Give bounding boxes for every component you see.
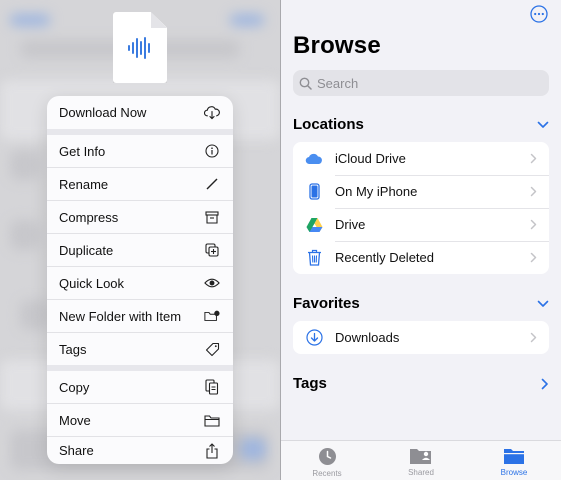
chevron-right-icon [530, 219, 537, 230]
menu-item-rename[interactable]: Rename [47, 167, 233, 200]
search-icon [299, 77, 312, 90]
menu-item-label: Download Now [59, 105, 147, 120]
menu-item-label: Get Info [59, 143, 106, 159]
tab-recents[interactable]: Recents [292, 447, 362, 478]
locations-list: iCloud Drive On My iPhone Drive Recently… [293, 142, 549, 274]
download-circle-icon [305, 329, 323, 347]
google-drive-icon [305, 216, 323, 234]
row-label: Drive [335, 217, 366, 232]
favorites-section-header[interactable]: Favorites [293, 295, 549, 312]
tab-label: Browse [500, 468, 528, 477]
menu-item-compress[interactable]: Compress [47, 200, 233, 233]
menu-item-label: Tags [59, 341, 87, 357]
folder-fill-icon [504, 449, 524, 464]
tab-label: Shared [408, 468, 434, 477]
menu-item-get-info[interactable]: Get Info [47, 135, 233, 167]
favorite-row-downloads[interactable]: Downloads [293, 321, 549, 354]
eye-icon [204, 275, 220, 291]
section-title: Tags [293, 375, 327, 392]
location-row-drive[interactable]: Drive [293, 208, 549, 241]
menu-item-label: Copy [59, 379, 90, 395]
menu-item-move[interactable]: Move [47, 403, 233, 436]
tab-bar: Recents Shared Browse [281, 440, 561, 480]
menu-item-label: Rename [59, 176, 109, 192]
section-title: Locations [293, 116, 364, 133]
shared-folder-icon [410, 449, 431, 464]
location-row-recently-deleted[interactable]: Recently Deleted [293, 241, 549, 274]
cloud-download-icon [204, 105, 220, 121]
tag-icon [204, 341, 220, 357]
search-bar[interactable] [293, 70, 549, 96]
row-label: Recently Deleted [335, 250, 434, 265]
location-row-icloud-drive[interactable]: iCloud Drive [293, 142, 549, 175]
pencil-icon [204, 176, 220, 192]
page-title: Browse [293, 32, 381, 59]
share-icon [204, 442, 220, 459]
folder-badge-icon [204, 308, 220, 324]
menu-item-share[interactable]: Share [47, 436, 233, 464]
menu-item-copy[interactable]: Copy [47, 371, 233, 403]
menu-item-duplicate[interactable]: Duplicate [47, 233, 233, 266]
row-label: On My iPhone [335, 184, 418, 199]
chevron-down-icon[interactable] [537, 300, 549, 308]
row-label: iCloud Drive [335, 151, 406, 166]
blurred-file-list-pane: Download Now Get Info Rename Compress Du… [0, 0, 280, 480]
copy-doc-icon [204, 379, 220, 395]
menu-item-label: New Folder with Item [59, 308, 182, 324]
menu-item-label: Move [59, 412, 91, 428]
search-input[interactable] [317, 75, 537, 91]
menu-item-download-now[interactable]: Download Now [47, 96, 233, 129]
chevron-down-icon[interactable] [537, 121, 549, 129]
folder-icon [204, 412, 220, 428]
menu-item-quick-look[interactable]: Quick Look [47, 266, 233, 299]
chevron-right-icon [530, 153, 537, 164]
duplicate-icon [204, 242, 220, 258]
menu-item-new-folder-with-item[interactable]: New Folder with Item [47, 299, 233, 332]
ellipsis-circle-icon [530, 5, 548, 23]
tab-label: Recents [312, 469, 342, 478]
iphone-icon [305, 183, 323, 201]
chevron-right-icon[interactable] [541, 378, 549, 390]
chevron-right-icon [530, 186, 537, 197]
menu-item-label: Share [59, 443, 94, 458]
chevron-right-icon [530, 332, 537, 343]
trash-icon [305, 249, 323, 267]
row-label: Downloads [335, 330, 400, 345]
menu-item-tags[interactable]: Tags [47, 332, 233, 365]
tab-shared[interactable]: Shared [386, 447, 456, 477]
context-menu: Download Now Get Info Rename Compress Du… [47, 96, 233, 464]
icloud-icon [305, 150, 323, 168]
waveform-icon [128, 37, 150, 59]
tab-browse[interactable]: Browse [479, 447, 549, 477]
browse-pane: Browse Locations iCloud Drive On My iPho… [281, 0, 561, 480]
info-icon [204, 143, 220, 159]
favorites-list: Downloads [293, 321, 549, 354]
clock-icon [318, 448, 336, 465]
location-row-on-my-iphone[interactable]: On My iPhone [293, 175, 549, 208]
audio-file-thumbnail [113, 12, 167, 83]
menu-item-label: Compress [59, 209, 119, 225]
locations-section-header[interactable]: Locations [293, 116, 549, 133]
section-title: Favorites [293, 295, 360, 312]
chevron-right-icon [530, 252, 537, 263]
menu-item-label: Duplicate [59, 242, 114, 258]
more-options-button[interactable] [530, 5, 548, 23]
menu-item-label: Quick Look [59, 275, 125, 291]
tags-section-header[interactable]: Tags [293, 375, 549, 392]
archive-box-icon [204, 209, 220, 225]
